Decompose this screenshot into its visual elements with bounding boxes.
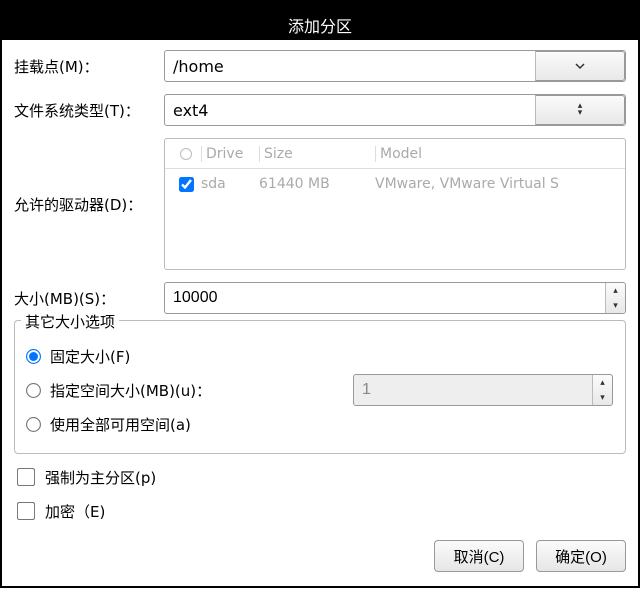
mount-point-value: /home xyxy=(165,57,535,76)
drive-row-size: 61440 MB xyxy=(259,176,375,192)
fs-type-select[interactable]: ext4 ▴▾ xyxy=(164,94,626,126)
size-down-button[interactable]: ▾ xyxy=(606,298,625,313)
up-to-spinbox: ▴ ▾ xyxy=(353,374,613,406)
table-row[interactable]: sda 61440 MB VMware, VMware Virtual S xyxy=(165,169,625,199)
dialog-titlebar: 添加分区 xyxy=(0,14,640,40)
up-to-input xyxy=(354,375,590,405)
row-allowed-drives: 允许的驱动器(D)： Drive Size Model sda 61440 MB… xyxy=(14,138,626,270)
row-fs-type: 文件系统类型(T)： ext4 ▴▾ xyxy=(14,94,626,126)
size-mb-input[interactable] xyxy=(165,283,605,313)
row-mount-point: 挂载点(M)： /home xyxy=(14,50,626,82)
column-model: Model xyxy=(375,146,625,162)
select-all-circle-icon[interactable] xyxy=(180,148,192,160)
dialog-body: 挂载点(M)： /home 文件系统类型(T)： ext4 ▴▾ 允许的驱动器(… xyxy=(0,40,640,588)
fixed-size-label: 固定大小(F) xyxy=(50,346,130,367)
mount-point-dropdown-button[interactable] xyxy=(535,51,625,81)
drive-row-model: VMware, VMware Virtual S xyxy=(375,176,625,192)
column-drive: Drive xyxy=(201,146,259,162)
up-to-radio[interactable] xyxy=(26,383,41,398)
size-options-title: 其它大小选项 xyxy=(21,311,119,332)
up-to-up-button: ▴ xyxy=(593,375,612,390)
size-up-button[interactable]: ▴ xyxy=(606,283,625,298)
encrypt-checkbox[interactable] xyxy=(17,502,35,520)
drive-list[interactable]: Drive Size Model sda 61440 MB VMware, VM… xyxy=(164,138,626,270)
mount-point-select[interactable]: /home xyxy=(164,50,626,82)
size-options-group: 其它大小选项 固定大小(F) 指定空间大小(MB)(u)： ▴ ▾ 使用全部可用… xyxy=(14,320,626,454)
fs-type-spinner-button[interactable]: ▴▾ xyxy=(535,95,625,125)
option-fill[interactable]: 使用全部可用空间(a) xyxy=(27,407,613,441)
fill-radio[interactable] xyxy=(26,417,41,432)
chevron-up-down-icon: ▴▾ xyxy=(578,103,583,117)
allowed-drives-label: 允许的驱动器(D)： xyxy=(14,194,164,215)
fs-type-label: 文件系统类型(T)： xyxy=(14,100,164,121)
ok-button[interactable]: 确定(O) xyxy=(536,540,626,572)
dialog-title: 添加分区 xyxy=(288,17,352,36)
fill-label: 使用全部可用空间(a) xyxy=(50,414,191,435)
parent-window-strip xyxy=(0,0,640,14)
row-size-mb: 大小(MB)(S)： ▴ ▾ xyxy=(14,282,626,314)
size-mb-label: 大小(MB)(S)： xyxy=(14,288,164,309)
drive-row-checkbox[interactable] xyxy=(179,177,194,192)
row-encrypt[interactable]: 加密（E) xyxy=(14,500,626,522)
size-mb-spinbox[interactable]: ▴ ▾ xyxy=(164,282,626,314)
column-size: Size xyxy=(259,146,375,162)
row-force-primary[interactable]: 强制为主分区(p) xyxy=(14,466,626,488)
chevron-down-icon xyxy=(575,61,585,71)
drive-row-drive: sda xyxy=(201,176,259,192)
option-fixed-size[interactable]: 固定大小(F) xyxy=(27,339,613,373)
encrypt-label: 加密（E) xyxy=(45,501,105,522)
option-up-to[interactable]: 指定空间大小(MB)(u)： ▴ ▾ xyxy=(27,373,613,407)
mount-point-label: 挂载点(M)： xyxy=(14,56,164,77)
cancel-button[interactable]: 取消(C) xyxy=(434,540,524,572)
dialog-footer: 取消(C) 确定(O) xyxy=(14,540,626,572)
fixed-size-radio[interactable] xyxy=(26,349,41,364)
drive-list-header: Drive Size Model xyxy=(165,139,625,169)
force-primary-label: 强制为主分区(p) xyxy=(45,467,156,488)
up-to-down-button: ▾ xyxy=(593,390,612,405)
fs-type-value: ext4 xyxy=(165,101,535,120)
up-to-label: 指定空间大小(MB)(u)： xyxy=(50,380,211,401)
force-primary-checkbox[interactable] xyxy=(17,468,35,486)
